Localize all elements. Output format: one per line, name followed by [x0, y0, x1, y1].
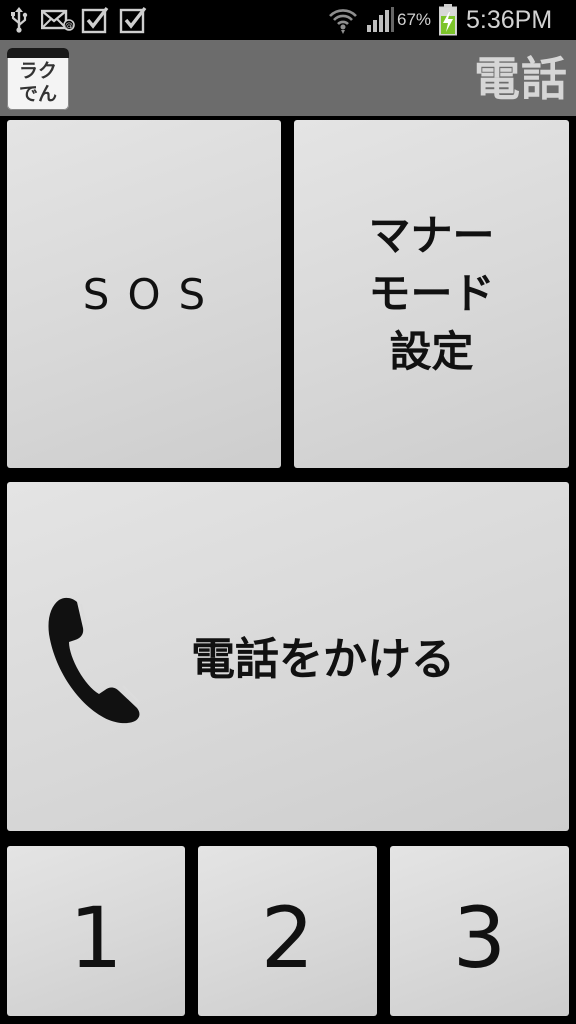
app-bar: ラク でん 電話: [0, 40, 576, 116]
make-call-label: 電話をかける: [191, 634, 455, 685]
usb-icon: [6, 6, 32, 34]
wifi-icon: [328, 6, 358, 34]
mail-icon: @: [40, 6, 76, 34]
status-bar: @ 67% 5:36PM: [0, 0, 576, 40]
check-icon: [118, 6, 148, 34]
page-title: 電話: [474, 52, 568, 106]
logo-top-bar: [7, 48, 69, 58]
clock: 5:36PM: [466, 6, 553, 34]
speed-dial-2-label: 2: [260, 889, 315, 987]
speed-dial-2-button[interactable]: 2: [198, 846, 377, 1016]
speed-dial-3-button[interactable]: 3: [390, 846, 569, 1016]
sos-label: SOS: [82, 269, 224, 319]
signal-icon: [364, 6, 396, 34]
manner-mode-label: マナー モード 設定: [368, 207, 494, 381]
manner-label-line3: 設定: [389, 327, 474, 376]
speed-dial-1-button[interactable]: 1: [7, 846, 185, 1016]
battery-percent: 67%: [397, 10, 432, 29]
sos-button[interactable]: SOS: [7, 120, 281, 468]
logo-text-line1: ラク: [18, 60, 57, 82]
logo-text-line2: でん: [18, 83, 57, 105]
manner-mode-settings-button[interactable]: マナー モード 設定: [294, 120, 569, 468]
svg-text:@: @: [65, 21, 73, 30]
speed-dial-1-label: 1: [69, 889, 123, 987]
manner-label-line2: モード: [368, 269, 495, 318]
manner-label-line1: マナー: [368, 211, 495, 260]
check-icon: [80, 6, 110, 34]
make-call-button[interactable]: 電話をかける: [7, 482, 569, 831]
app-logo[interactable]: ラク でん: [7, 48, 69, 110]
speed-dial-3-label: 3: [452, 889, 507, 987]
battery-icon: [437, 4, 459, 36]
phone-handset-icon: [45, 594, 145, 724]
